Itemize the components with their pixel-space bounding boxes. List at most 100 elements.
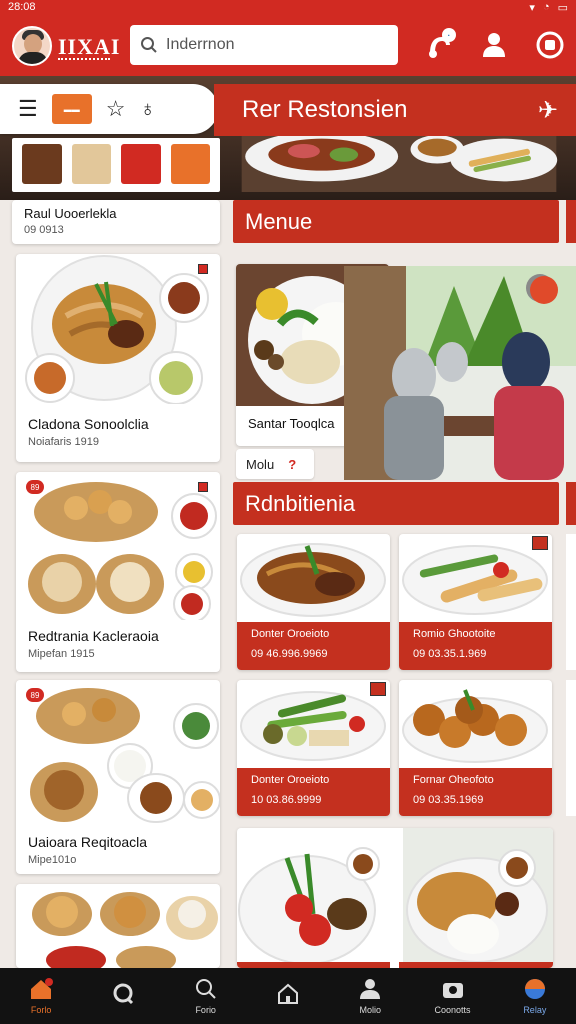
dish-card-2[interactable]: Romio Ghootoite 09 03.35.1.969 xyxy=(399,534,552,670)
restaurant-photo xyxy=(344,266,576,480)
menu-section-header: Menue xyxy=(233,200,559,243)
card-subtitle: Noiafaris 1919 xyxy=(28,436,99,448)
card-image xyxy=(240,543,386,617)
nav-label: Forlo xyxy=(30,1005,52,1015)
dish-price: 09 03.35.1969 xyxy=(413,794,484,806)
menu-section-title: Menue xyxy=(245,208,313,234)
wifi-icon: ▾ xyxy=(529,2,535,14)
promo-tag-icon[interactable]: ▬▬ xyxy=(51,94,92,124)
favorite-badge[interactable] xyxy=(198,482,208,492)
search-input[interactable] xyxy=(166,36,386,54)
card-image xyxy=(402,689,548,763)
nav-house[interactable] xyxy=(247,968,329,1024)
card-title: Redtrania Kacleraoia xyxy=(28,628,159,644)
card-image xyxy=(28,482,217,623)
globe-icon xyxy=(524,979,545,999)
menu-pill-label: Molu xyxy=(246,456,275,472)
left-card-5[interactable] xyxy=(16,884,220,968)
nav-relay[interactable]: Relay xyxy=(494,968,576,1024)
dish-name: Romio Ghootoite xyxy=(413,628,496,640)
location-pin-icon[interactable]: ♁ xyxy=(139,96,156,122)
stop-circle-icon xyxy=(536,31,564,59)
dish-name: Donter Oroeioto xyxy=(251,628,330,640)
home-icon xyxy=(31,978,54,999)
notification-button[interactable]: · xyxy=(420,28,458,62)
card-subtitle: 09 0913 xyxy=(24,224,64,236)
carousel-peek xyxy=(566,680,576,816)
card-title: Uaioara Reqitoacla xyxy=(28,834,148,850)
card-image xyxy=(25,255,209,405)
card-image xyxy=(30,688,220,823)
left-card-2[interactable]: Cladona Sonoolclia Noiafaris 1919 xyxy=(16,254,220,462)
quick-actions-bar: ☰ ▬▬ ☆ ♁ xyxy=(0,84,218,134)
dish-card-4[interactable]: Fornar Oheofoto 09 03.35.1969 xyxy=(399,680,552,816)
search-icon xyxy=(141,37,157,53)
left-card-1[interactable]: Raul Uooerlekla 09 0913 xyxy=(12,200,220,244)
category-thumb-red[interactable] xyxy=(121,144,161,184)
card-image xyxy=(240,691,386,761)
card-title: Santar Tooqlca xyxy=(248,416,335,431)
dish-card-1[interactable]: Donter Oroeioto 09 46.996.9969 xyxy=(237,534,390,670)
dish-price: 09 46.996.9969 xyxy=(251,648,328,660)
bottom-nav: Forlo Forio Molio Coonotts Relay xyxy=(0,968,576,1024)
dish-price: 10 03.86.9999 xyxy=(251,794,322,806)
star-icon[interactable]: ☆ xyxy=(106,96,126,122)
dish-price: 09 03.35.1.969 xyxy=(413,648,487,660)
status-bar: 28:08 ▾ ◔ ▭ xyxy=(0,0,576,16)
signal-icon: ◔ xyxy=(542,1,550,13)
notification-dot: · xyxy=(442,28,456,42)
carousel-peek xyxy=(566,534,576,670)
menu-icon[interactable]: ☰ xyxy=(18,96,38,122)
category-thumbnails xyxy=(12,138,220,192)
search-bar[interactable] xyxy=(130,25,398,65)
card-subtitle: Mipefan 1915 xyxy=(28,648,95,660)
nav-label: Molio xyxy=(359,1005,382,1015)
settings-button[interactable] xyxy=(532,28,568,62)
plane-icon[interactable]: ✈ xyxy=(538,96,558,125)
menu-pill[interactable]: Molu ? xyxy=(236,449,314,479)
nav-label: Forio xyxy=(195,1005,216,1015)
favorite-badge[interactable] xyxy=(532,536,548,550)
favorite-badge[interactable] xyxy=(198,264,208,274)
nav-contacts[interactable]: Coonotts xyxy=(411,968,493,1024)
favorite-badge[interactable] xyxy=(370,682,386,696)
card-image xyxy=(402,545,548,615)
dish-name: Fornar Oheofoto xyxy=(413,774,494,786)
dish-card-wide[interactable] xyxy=(237,828,553,968)
avatar[interactable] xyxy=(12,26,52,66)
left-card-4[interactable]: 89 Uaioara Reqitoacla Mipe101o xyxy=(16,680,220,874)
nav-home[interactable]: Forlo xyxy=(0,968,82,1024)
dish-name: Donter Oroeioto xyxy=(251,774,330,786)
nav-search[interactable]: Forio xyxy=(165,968,247,1024)
left-card-3[interactable]: 89 Redtrania Kacleraoia Mipefan 1915 xyxy=(16,472,220,672)
card-title: Cladona Sonoolclia xyxy=(28,416,149,432)
nav-profile[interactable]: Molio xyxy=(329,968,411,1024)
carousel-peek xyxy=(566,200,576,243)
category-thumb-orange[interactable] xyxy=(170,144,210,184)
person-icon xyxy=(483,33,505,57)
system-icons: ▾ ◔ ▭ xyxy=(529,1,568,14)
card-subtitle: Mipe101o xyxy=(28,854,77,866)
status-time: 28:08 xyxy=(8,1,36,13)
profile-button[interactable] xyxy=(478,28,510,62)
category-thumb-spring-rolls[interactable] xyxy=(22,144,62,184)
app-logo: IIXAI xyxy=(58,34,121,59)
dish-card-3[interactable]: Donter Oroeioto 10 03.86.9999 xyxy=(237,680,390,816)
house-outline-icon xyxy=(277,983,298,1004)
app-bar: IIXAI · xyxy=(0,16,576,76)
card-image xyxy=(238,828,553,968)
nav-label: Relay xyxy=(523,1005,547,1015)
nav-chat[interactable] xyxy=(82,968,164,1024)
search-icon xyxy=(195,979,216,999)
restaurant-section-title: Rdnbitienia xyxy=(245,490,356,516)
restaurant-section-header: Rdnbitienia xyxy=(233,482,559,525)
category-thumb-dumplings[interactable] xyxy=(71,144,111,184)
hero-title-bar: Rer Restonsien ✈ xyxy=(214,84,576,136)
battery-icon: ▭ xyxy=(557,2,568,14)
camera-icon xyxy=(442,983,463,998)
card-title: Raul Uooerlekla xyxy=(24,206,117,221)
discount-badge: 89 xyxy=(26,480,44,494)
hero-food-image xyxy=(241,128,558,192)
nav-label: Coonotts xyxy=(434,1005,471,1015)
help-icon: ? xyxy=(288,456,297,472)
